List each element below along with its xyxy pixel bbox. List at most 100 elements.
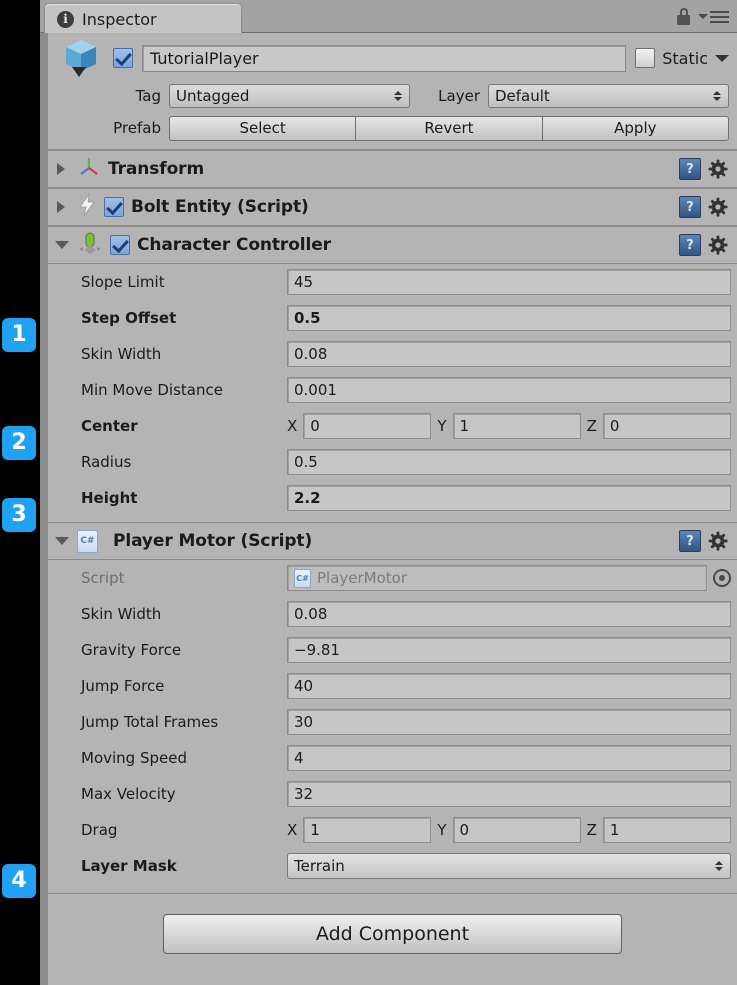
drag-y-input[interactable]: 0 [452,817,581,843]
property-row-step-offset: Step Offset 0.5 [48,300,737,336]
menu-lines-icon [710,10,729,23]
property-label: Radius [81,453,132,471]
gear-icon[interactable] [708,197,729,218]
annotation-badge-1: 1 [2,318,36,352]
foldout-arrow-icon[interactable] [54,199,70,215]
property-row-slope-limit: Slope Limit 45 [48,264,737,300]
tab-bar-actions [675,0,729,33]
gear-icon[interactable] [708,159,729,180]
axis-label-x: X [287,417,298,435]
gameobject-name-input[interactable]: TutorialPlayer [142,44,627,72]
add-component-button[interactable]: Add Component [163,914,622,954]
foldout-arrow-icon[interactable] [54,533,70,549]
tab-bar: i Inspector [40,0,737,34]
axis-label-y: Y [437,821,447,839]
lock-icon[interactable] [675,8,691,25]
component-title: Bolt Entity (Script) [131,197,309,217]
drag-x-input[interactable]: 1 [303,817,432,843]
layer-label: Layer [438,87,480,105]
foldout-arrow-icon[interactable] [54,237,70,253]
tag-dropdown-arrows-icon [394,91,402,101]
property-label: Height [81,489,138,507]
gameobject-name-row: TutorialPlayer Static [56,39,729,77]
tag-dropdown-value: Untagged [176,87,250,105]
component-header-player-motor[interactable]: C# Player Motor (Script) ? [48,522,737,560]
annotation-badge-2: 2 [2,426,36,460]
component-title: Character Controller [137,235,331,255]
center-z-input[interactable]: 0 [602,413,732,439]
inspector-window: i Inspector TutorialPlayer Static Tag Un… [40,0,737,985]
prefab-select-button[interactable]: Select [169,115,357,141]
center-vector3: X 0 Y 1 Z 0 [287,413,732,439]
component-title: Player Motor (Script) [113,531,313,551]
property-label: Gravity Force [81,641,182,659]
property-label: Max Velocity [81,785,176,803]
center-y-input[interactable]: 1 [452,413,581,439]
tag-dropdown[interactable]: Untagged [169,84,410,108]
tag-label: Tag [135,87,161,105]
add-component-area: Add Component [48,894,737,954]
property-row-layer-mask: Layer Mask Terrain [48,848,737,884]
prefab-apply-button[interactable]: Apply [542,115,729,141]
help-icon[interactable]: ? [679,234,701,256]
component-header-transform[interactable]: Transform ? [48,150,737,188]
layer-dropdown[interactable]: Default [488,84,729,108]
jump-total-frames-input[interactable]: 30 [287,709,731,735]
skin-width-input[interactable]: 0.08 [287,341,731,367]
component-header-character-controller[interactable]: Character Controller ? [48,226,737,264]
help-icon[interactable]: ? [679,158,701,180]
height-input[interactable]: 2.2 [287,485,731,511]
property-label: Skin Width [81,605,162,623]
gameobject-header: TutorialPlayer Static Tag Untagged Layer… [48,33,737,150]
script-object-field: C# PlayerMotor [287,565,707,591]
character-capsule-icon [77,231,103,259]
hamburger-menu-icon[interactable] [698,10,729,23]
object-picker-icon[interactable] [713,569,731,587]
property-row-script: Script C# PlayerMotor [48,560,737,596]
help-icon[interactable]: ? [679,196,701,218]
motor-skin-width-input[interactable]: 0.08 [287,601,731,627]
static-checkbox[interactable] [635,48,656,68]
tab-inspector-label: Inspector [82,9,157,29]
min-move-distance-input[interactable]: 0.001 [287,377,731,403]
foldout-arrow-icon[interactable] [54,161,70,177]
radius-input[interactable]: 0.5 [287,449,731,475]
annotation-badge-3: 3 [2,498,36,532]
component-enabled-checkbox[interactable] [104,197,124,217]
gravity-force-input[interactable]: −9.81 [287,637,731,663]
gear-icon[interactable] [708,531,729,552]
help-icon[interactable]: ? [679,530,701,552]
static-group: Static [635,48,729,68]
layer-dropdown-arrows-icon [713,91,721,101]
max-velocity-input[interactable]: 32 [287,781,731,807]
component-enabled-checkbox[interactable] [110,235,130,255]
static-dropdown-chevron-icon[interactable] [715,54,729,62]
property-row-min-move-distance: Min Move Distance 0.001 [48,372,737,408]
axis-label-y: Y [437,417,447,435]
property-label: Center [81,417,138,435]
layer-mask-dropdown[interactable]: Terrain [287,853,731,879]
center-x-input[interactable]: 0 [303,413,432,439]
cube-icon [58,37,104,79]
prefab-revert-button[interactable]: Revert [356,115,543,141]
layer-mask-dropdown-arrows-icon [715,861,723,871]
inspector-panel: TutorialPlayer Static Tag Untagged Layer… [40,33,737,985]
property-row-height: Height 2.2 [48,480,737,516]
property-row-radius: Radius 0.5 [48,444,737,480]
property-row-motor-skin-width: Skin Width 0.08 [48,596,737,632]
component-header-bolt-entity[interactable]: Bolt Entity (Script) ? [48,188,737,226]
drag-z-input[interactable]: 1 [602,817,732,843]
property-row-drag: Drag X 1 Y 0 Z 1 [48,812,737,848]
moving-speed-input[interactable]: 4 [287,745,731,771]
step-offset-input[interactable]: 0.5 [287,305,731,331]
slope-limit-input[interactable]: 45 [287,269,731,295]
tab-inspector[interactable]: i Inspector [44,3,242,34]
property-row-skin-width: Skin Width 0.08 [48,336,737,372]
gameobject-enabled-checkbox[interactable] [113,48,133,68]
jump-force-input[interactable]: 40 [287,673,731,699]
script-value: PlayerMotor [317,569,408,587]
property-label: Layer Mask [81,857,177,875]
gear-icon[interactable] [708,235,729,256]
drag-vector3: X 1 Y 0 Z 1 [287,817,732,843]
property-label: Jump Force [81,677,165,695]
